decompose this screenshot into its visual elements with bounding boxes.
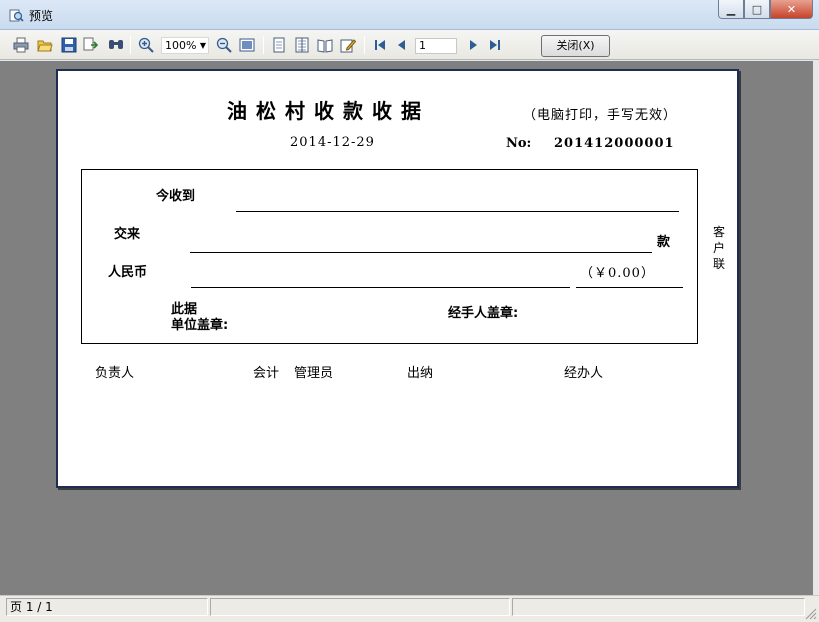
receipt-title: 油松村收款收据 [227, 99, 430, 123]
status-cell-3 [512, 598, 805, 616]
page-setup-icon[interactable] [317, 37, 333, 53]
first-page-icon[interactable] [372, 37, 388, 53]
chevron-down-icon: ▼ [199, 41, 206, 50]
status-bar: 页 1 / 1 [0, 595, 819, 622]
signer-accountant: 会计 [253, 366, 280, 381]
maximize-icon: □ [751, 2, 763, 16]
maximize-button[interactable]: □ [744, 0, 770, 19]
resize-grip-icon[interactable] [805, 608, 817, 620]
one-page-icon[interactable] [271, 37, 287, 53]
signer-manager: 负责人 [95, 366, 135, 381]
find-icon[interactable] [108, 37, 124, 53]
toolbar: 100% ▼ 1 [0, 30, 819, 60]
multi-page-icon[interactable] [294, 37, 310, 53]
status-cell-2 [210, 598, 510, 616]
full-screen-icon[interactable] [239, 37, 255, 53]
page-info: 页 1 / 1 [6, 598, 208, 616]
receipt-number-label: No: [506, 136, 532, 151]
save-icon[interactable] [61, 37, 77, 53]
next-page-icon[interactable] [465, 37, 481, 53]
received-line [236, 211, 679, 212]
from-label: 交来 [114, 227, 141, 242]
close-icon: ✕ [786, 2, 797, 16]
zoom-value: 100% [165, 39, 197, 52]
copy-label: 客户联 [713, 225, 726, 271]
zoom-out-icon[interactable] [216, 37, 232, 53]
zoom-select[interactable]: 100% ▼ [161, 37, 209, 54]
page-number-input[interactable]: 1 [415, 38, 457, 54]
last-page-icon[interactable] [487, 37, 503, 53]
vertical-scrollbar[interactable] [813, 61, 819, 595]
minimize-button[interactable]: ▁ [718, 0, 744, 19]
minimize-icon: ▁ [726, 2, 736, 16]
title-bar: 预览 ▁ □ ✕ [0, 0, 819, 30]
signer-admin: 管理员 [294, 366, 334, 381]
preview-app-icon [8, 7, 24, 23]
zoom-in-icon[interactable] [138, 37, 154, 53]
previous-page-icon[interactable] [394, 37, 410, 53]
signer-cashier: 出纳 [407, 366, 434, 381]
open-folder-icon[interactable] [37, 37, 53, 53]
unit-seal-label: 单位盖章: [171, 318, 229, 333]
from-line [190, 252, 652, 253]
export-icon[interactable] [83, 37, 99, 53]
window-title: 预览 [29, 9, 54, 23]
receipt-number: 201412000001 [554, 136, 675, 151]
receipt-date: 2014-12-29 [290, 135, 375, 150]
amount-line [576, 287, 683, 288]
edit-icon[interactable] [340, 37, 356, 53]
amount-value: （￥0.00） [580, 266, 655, 281]
close-window-button[interactable]: ✕ [770, 0, 813, 19]
rmb-label: 人民币 [108, 265, 148, 280]
print-icon[interactable] [13, 37, 29, 53]
signer-handler: 经办人 [564, 366, 604, 381]
rmb-line [191, 287, 570, 288]
payment-suffix-label: 款 [657, 235, 671, 250]
receipt-note: （电脑打印，手写无效） [523, 108, 678, 123]
handler-seal-label: 经手人盖章: [448, 306, 519, 321]
close-preview-button[interactable]: 关闭(X) [541, 35, 610, 57]
received-label: 今收到 [156, 189, 196, 204]
